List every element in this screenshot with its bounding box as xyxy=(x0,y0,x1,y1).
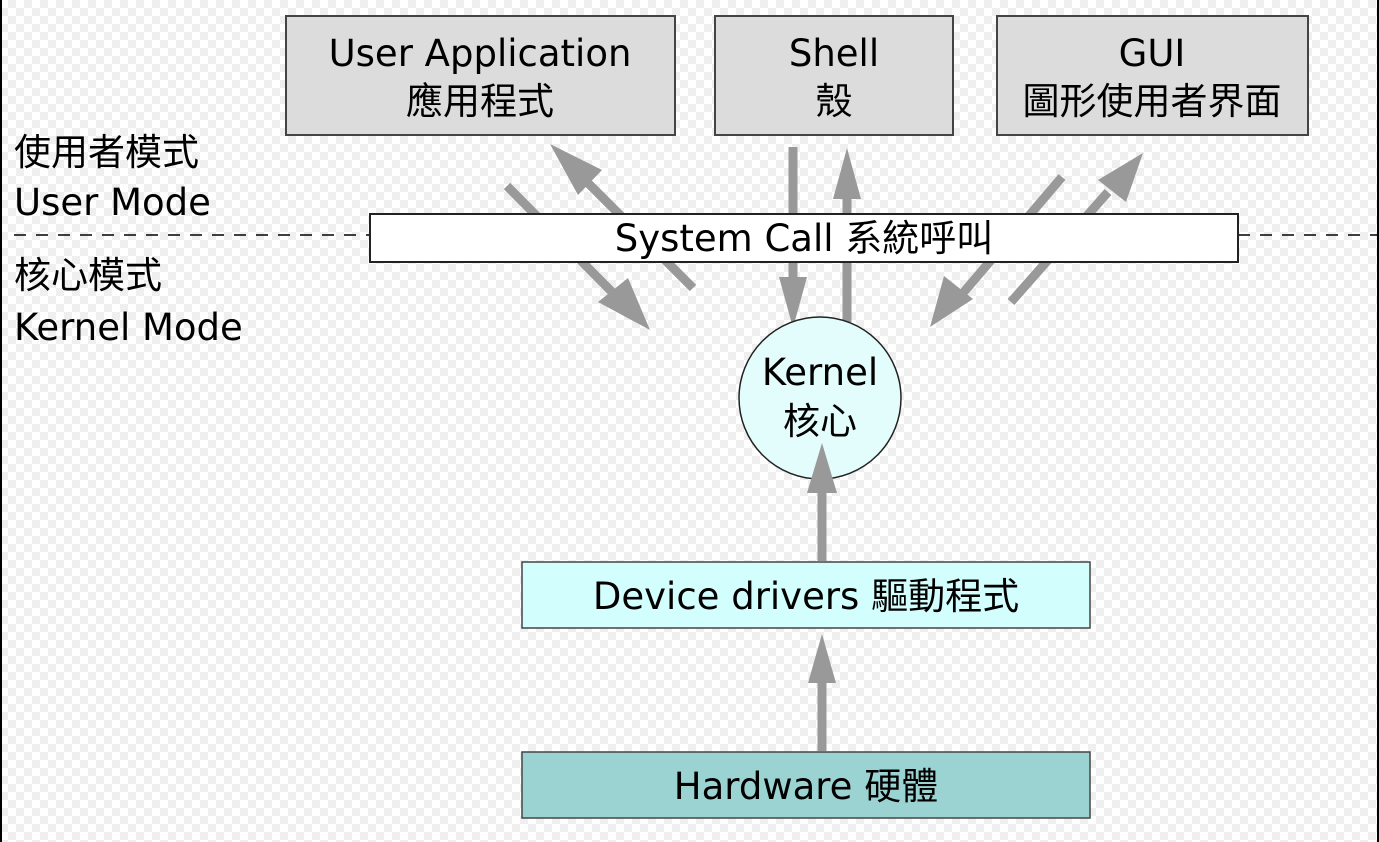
arrow-hardware-to-drivers xyxy=(808,634,836,751)
kernel-mode-label-en: Kernel Mode xyxy=(14,306,243,349)
shell-label-en: Shell xyxy=(789,32,879,75)
os-architecture-diagram: 使用者模式 User Mode 核心模式 Kernel Mode User Ap… xyxy=(14,15,1379,819)
system-call-label: System Call 系統呼叫 xyxy=(615,217,994,260)
user-mode-label-zh: 使用者模式 xyxy=(14,131,199,174)
user-application-box: User Application 應用程式 xyxy=(285,15,676,136)
kernel-mode-label-zh: 核心模式 xyxy=(14,254,162,297)
user-application-label-zh: 應用程式 xyxy=(406,80,554,123)
device-drivers-label: Device drivers 驅動程式 xyxy=(593,575,1019,618)
gui-box: GUI 圖形使用者界面 xyxy=(996,15,1309,136)
gui-label-zh: 圖形使用者界面 xyxy=(1023,80,1282,123)
kernel-label-en: Kernel xyxy=(762,351,878,394)
shell-box: Shell 殼 xyxy=(714,15,954,136)
hardware-label: Hardware 硬體 xyxy=(674,765,938,808)
device-drivers-box: Device drivers 驅動程式 xyxy=(521,561,1091,629)
kernel-label-zh: 核心 xyxy=(783,400,857,443)
user-application-label-en: User Application xyxy=(329,32,632,75)
shell-label-zh: 殼 xyxy=(816,80,853,123)
user-mode-label-en: User Mode xyxy=(14,181,211,224)
gui-label-en: GUI xyxy=(1119,32,1186,75)
system-call-box: System Call 系統呼叫 xyxy=(369,213,1239,263)
hardware-box: Hardware 硬體 xyxy=(521,751,1091,819)
